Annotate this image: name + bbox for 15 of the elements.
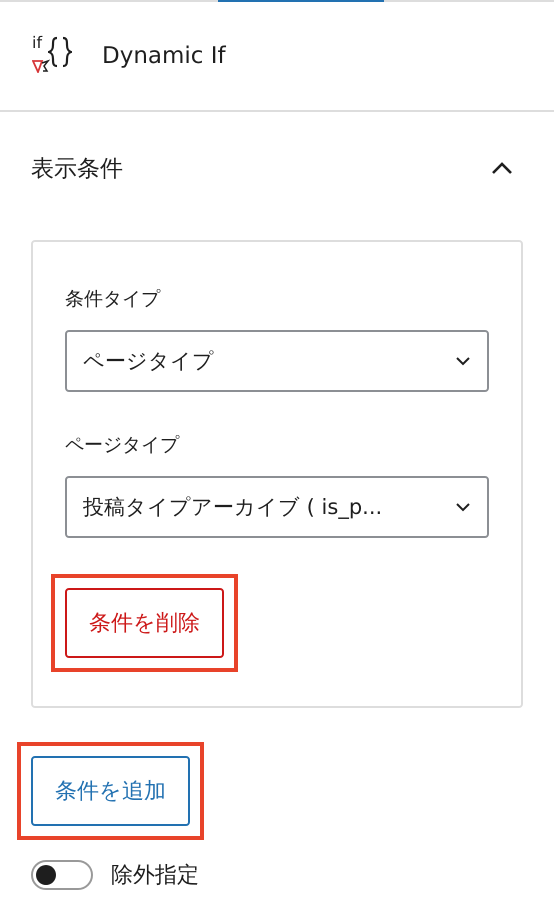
caret-icon: [455, 356, 471, 366]
toggle-label: 除外指定: [111, 862, 199, 890]
select-field[interactable]: 投稿タイプアーカイブ ( is_p...: [65, 476, 489, 538]
logo-text: if: [32, 35, 42, 51]
remove-condition-button[interactable]: 条件を削除: [65, 588, 224, 658]
chevron-icon: [491, 161, 513, 175]
block-title: Dynamic If: [102, 43, 226, 69]
field-label: 条件タイプ: [65, 287, 162, 312]
field-label: ページタイプ: [65, 433, 180, 458]
caret-icon: [455, 502, 471, 512]
check-icon: [32, 59, 50, 73]
panel-header[interactable]: 表示条件: [31, 112, 523, 200]
add-condition-button[interactable]: 条件を追加: [31, 756, 190, 826]
select-field[interactable]: ページタイプ: [65, 330, 489, 392]
toggle-switch[interactable]: [31, 860, 93, 890]
